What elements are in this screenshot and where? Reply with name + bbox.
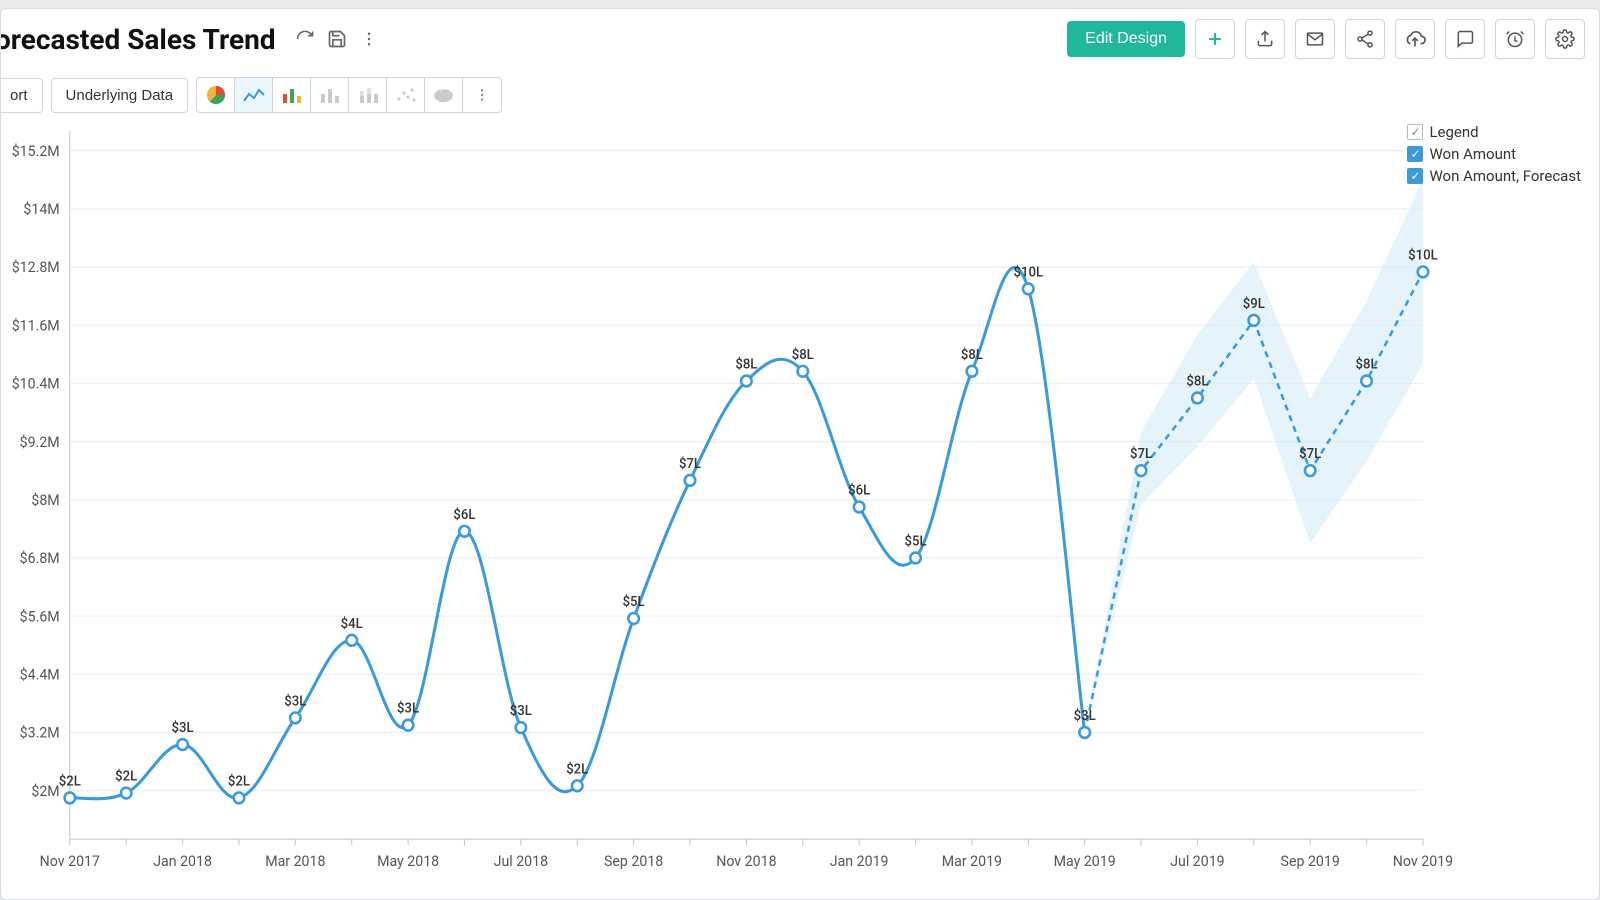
legend-checkbox-icon[interactable]: ✓ [1407, 168, 1423, 184]
svg-text:Nov 2018: Nov 2018 [716, 853, 776, 870]
svg-text:$8L: $8L [1186, 374, 1208, 389]
svg-text:$4.4M: $4.4M [20, 666, 60, 683]
svg-text:Mar 2018: Mar 2018 [265, 853, 325, 870]
right-actions: Edit Design [1067, 19, 1585, 59]
underlying-data-button[interactable]: Underlying Data [52, 79, 188, 112]
save-icon[interactable] [326, 28, 348, 50]
edit-design-button[interactable]: Edit Design [1067, 21, 1185, 57]
secondbar: ort Underlying Data [0, 63, 1599, 123]
svg-text:$3.2M: $3.2M [20, 724, 60, 741]
chart-type-scatter-icon[interactable] [387, 78, 425, 112]
svg-text:$6.8M: $6.8M [20, 550, 60, 567]
svg-text:$12.8M: $12.8M [12, 259, 60, 276]
svg-text:$2L: $2L [59, 774, 81, 789]
svg-text:$8L: $8L [961, 348, 983, 363]
svg-text:$7L: $7L [1130, 447, 1152, 462]
svg-text:$8L: $8L [792, 348, 814, 363]
legend-checkbox-icon[interactable]: ✓ [1407, 124, 1423, 140]
svg-text:$2L: $2L [228, 774, 250, 789]
cloud-icon[interactable] [1395, 19, 1435, 59]
svg-text:$4L: $4L [341, 617, 363, 632]
svg-text:Jan 2019: Jan 2019 [830, 853, 889, 870]
chart-type-column-icon[interactable] [311, 78, 349, 112]
svg-text:$10.4M: $10.4M [12, 375, 60, 392]
svg-text:Nov 2017: Nov 2017 [40, 853, 100, 870]
topbar: orecasted Sales Trend E [1, 9, 1599, 63]
chart-type-map-icon[interactable] [425, 78, 463, 112]
svg-text:$6L: $6L [453, 508, 475, 523]
chart-type-bar-icon[interactable] [273, 78, 311, 112]
legend-item-won[interactable]: ✓ Won Amount [1407, 145, 1581, 163]
svg-text:$3L: $3L [397, 702, 419, 717]
chart-type-pie-icon[interactable] [197, 78, 235, 112]
svg-text:$6L: $6L [848, 483, 870, 498]
legend-title: Legend [1429, 123, 1478, 141]
app-window: orecasted Sales Trend E [0, 8, 1600, 900]
settings-icon[interactable] [1545, 19, 1585, 59]
line-chart[interactable]: $2M $3.2M $4.4M $5.6M $6.8M $8M $9.2M $10.4M $11… [5, 123, 1585, 891]
page-title: orecasted Sales Trend [0, 23, 276, 56]
svg-text:$2L: $2L [115, 769, 137, 784]
svg-text:$3L: $3L [1074, 709, 1096, 724]
svg-text:$10L: $10L [1408, 248, 1438, 263]
svg-text:Jan 2018: Jan 2018 [153, 853, 212, 870]
svg-text:$2L: $2L [566, 762, 588, 777]
svg-text:$5L: $5L [623, 595, 645, 610]
svg-text:$8M: $8M [31, 492, 59, 509]
legend: ✓ Legend ✓ Won Amount ✓ Won Amount, Fore… [1407, 123, 1581, 189]
chart-type-more-icon[interactable] [463, 78, 501, 112]
svg-text:$5.6M: $5.6M [20, 608, 60, 625]
legend-label: Won Amount [1429, 145, 1516, 163]
comment-icon[interactable] [1445, 19, 1485, 59]
svg-text:Sep 2018: Sep 2018 [604, 853, 663, 870]
legend-label: Won Amount, Forecast [1429, 167, 1581, 185]
svg-text:$7L: $7L [1299, 447, 1321, 462]
legend-checkbox-icon[interactable]: ✓ [1407, 146, 1423, 162]
svg-text:Sep 2019: Sep 2019 [1281, 853, 1340, 870]
svg-text:$3L: $3L [510, 704, 532, 719]
svg-text:$3L: $3L [172, 721, 194, 736]
add-button[interactable] [1195, 19, 1235, 59]
alert-icon[interactable] [1495, 19, 1535, 59]
view-toggle: ort [0, 78, 43, 113]
title-actions [294, 28, 380, 50]
refresh-icon[interactable] [294, 28, 316, 50]
data-toggle: Underlying Data [51, 78, 189, 113]
legend-title-row[interactable]: ✓ Legend [1407, 123, 1581, 141]
svg-text:Jul 2018: Jul 2018 [494, 853, 548, 870]
more-icon[interactable] [358, 28, 380, 50]
svg-text:$7L: $7L [679, 457, 701, 472]
sort-button[interactable]: ort [0, 79, 42, 112]
svg-text:$5L: $5L [904, 534, 926, 549]
svg-text:$15.2M: $15.2M [12, 143, 60, 160]
svg-text:$8L: $8L [1356, 357, 1378, 372]
chart-type-stacked-icon[interactable] [349, 78, 387, 112]
chart-type-group [196, 77, 502, 113]
legend-item-forecast[interactable]: ✓ Won Amount, Forecast [1407, 167, 1581, 185]
email-icon[interactable] [1295, 19, 1335, 59]
svg-text:$14M: $14M [23, 201, 59, 218]
svg-text:$3L: $3L [284, 694, 306, 709]
svg-text:Mar 2019: Mar 2019 [942, 853, 1002, 870]
chart-area: ✓ Legend ✓ Won Amount ✓ Won Amount, Fore… [1, 123, 1599, 899]
share-icon[interactable] [1345, 19, 1385, 59]
svg-text:$10L: $10L [1014, 265, 1044, 280]
svg-text:$2M: $2M [31, 783, 59, 800]
svg-text:$9L: $9L [1243, 297, 1265, 312]
svg-text:$9.2M: $9.2M [20, 434, 60, 451]
svg-text:Nov 2019: Nov 2019 [1393, 853, 1453, 870]
svg-text:$8L: $8L [735, 357, 757, 372]
svg-text:May 2019: May 2019 [1054, 853, 1116, 870]
svg-text:Jul 2019: Jul 2019 [1170, 853, 1224, 870]
export-icon[interactable] [1245, 19, 1285, 59]
chart-type-line-icon[interactable] [235, 78, 273, 112]
svg-text:$11.6M: $11.6M [12, 317, 60, 334]
svg-text:May 2018: May 2018 [377, 853, 439, 870]
